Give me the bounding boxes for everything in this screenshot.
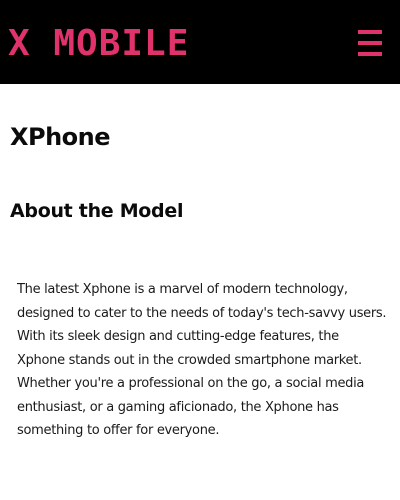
section-heading-about: About the Model	[10, 200, 184, 222]
brand-logo[interactable]: X MOBILE	[8, 24, 189, 64]
page-title: XPhone	[10, 123, 111, 151]
menu-bar-middle	[358, 41, 382, 45]
menu-bar-bottom	[358, 52, 382, 56]
about-paragraph: The latest Xphone is a marvel of modern …	[17, 282, 387, 438]
menu-bar-top	[358, 30, 382, 34]
hamburger-menu-icon[interactable]	[358, 30, 382, 56]
site-header: X MOBILE	[0, 0, 400, 84]
